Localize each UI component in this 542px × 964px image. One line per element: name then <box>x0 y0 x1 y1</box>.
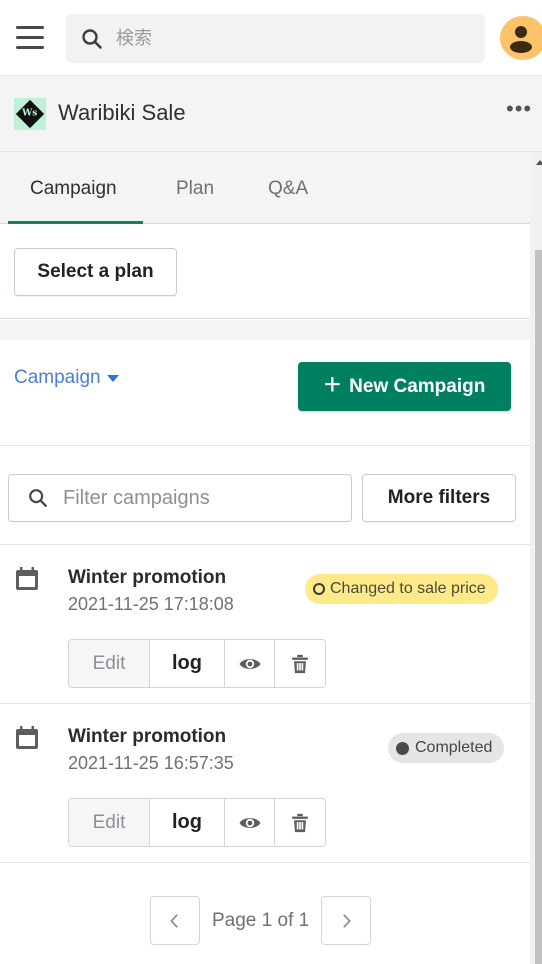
tab-bar: Campaign Plan Q&A <box>0 152 530 224</box>
edit-button[interactable]: Edit <box>69 640 150 687</box>
plus-icon: + <box>323 368 342 401</box>
more-filters-button[interactable]: More filters <box>362 474 516 522</box>
campaign-date: 2021-11-25 16:57:35 <box>68 753 234 773</box>
edit-button[interactable]: Edit <box>69 799 150 846</box>
scroll-up-arrow-icon[interactable] <box>536 160 542 165</box>
chevron-left-icon <box>170 913 178 928</box>
campaign-dropdown[interactable]: Campaign <box>14 367 119 389</box>
campaign-actions: Edit log <box>68 798 326 847</box>
more-actions-icon[interactable]: ••• <box>506 96 532 122</box>
global-search[interactable] <box>66 14 485 63</box>
filter-campaigns-field[interactable] <box>8 474 352 522</box>
tab-campaign[interactable]: Campaign <box>30 178 117 200</box>
select-plan-button[interactable]: Select a plan <box>14 248 177 296</box>
delete-button[interactable] <box>275 640 325 687</box>
app-logo: Ws <box>14 98 46 130</box>
calendar-icon <box>16 567 38 590</box>
top-bar <box>0 0 542 76</box>
hamburger-line <box>16 46 44 49</box>
page-indicator: Page 1 of 1 <box>212 909 310 931</box>
campaign-date: 2021-11-25 17:18:08 <box>68 594 234 614</box>
plan-section: Select a plan <box>0 224 530 319</box>
campaign-actions: Edit log <box>68 639 326 688</box>
campaign-title[interactable]: Winter promotion <box>68 726 226 748</box>
search-icon <box>82 28 102 49</box>
campaign-header: Campaign + New Campaign <box>0 340 530 446</box>
log-button[interactable]: log <box>150 799 225 846</box>
status-ring-icon <box>313 583 325 595</box>
chevron-right-icon <box>343 913 352 928</box>
global-search-input[interactable] <box>116 28 456 49</box>
preview-button[interactable] <box>225 799 275 846</box>
trash-icon <box>292 813 308 832</box>
caret-down-icon <box>106 374 119 382</box>
eye-icon <box>239 817 260 828</box>
search-icon <box>29 489 47 507</box>
preview-button[interactable] <box>225 640 275 687</box>
new-campaign-button[interactable]: + New Campaign <box>298 362 511 411</box>
status-dot-icon <box>396 741 409 755</box>
next-page-button[interactable] <box>321 896 372 945</box>
filter-row: More filters <box>0 447 530 545</box>
log-button[interactable]: log <box>150 640 225 687</box>
logo-text: Ws <box>22 109 38 119</box>
tab-qa[interactable]: Q&A <box>268 178 308 200</box>
trash-icon <box>292 654 308 673</box>
campaign-dropdown-label: Campaign <box>14 367 101 388</box>
previous-page-button[interactable] <box>150 896 200 945</box>
eye-icon <box>239 658 260 669</box>
campaign-row: Winter promotion 2021-11-25 16:57:35 Com… <box>0 705 530 863</box>
hamburger-line <box>16 26 44 29</box>
campaign-title[interactable]: Winter promotion <box>68 567 226 589</box>
status-label: Completed <box>415 739 493 756</box>
user-avatar-icon <box>510 26 532 53</box>
status-badge: Completed <box>388 733 505 763</box>
user-avatar[interactable] <box>500 16 542 60</box>
tab-plan[interactable]: Plan <box>176 178 214 200</box>
pagination: Page 1 of 1 <box>150 896 372 945</box>
section-divider <box>0 320 530 340</box>
scrollbar-thumb[interactable] <box>535 250 542 964</box>
hamburger-line <box>16 36 44 39</box>
status-label: Changed to sale price <box>330 580 486 597</box>
new-campaign-label: New Campaign <box>349 375 486 397</box>
campaign-row: Winter promotion 2021-11-25 17:18:08 Cha… <box>0 546 530 704</box>
calendar-icon <box>16 726 38 749</box>
status-badge: Changed to sale price <box>305 574 498 604</box>
app-title: Waribiki Sale <box>58 100 186 125</box>
filter-campaigns-input[interactable] <box>63 486 333 510</box>
app-header: Ws Waribiki Sale ••• <box>0 76 542 152</box>
hamburger-menu-button[interactable] <box>16 26 44 50</box>
delete-button[interactable] <box>275 799 325 846</box>
logo-diamond-icon: Ws <box>15 99 45 129</box>
